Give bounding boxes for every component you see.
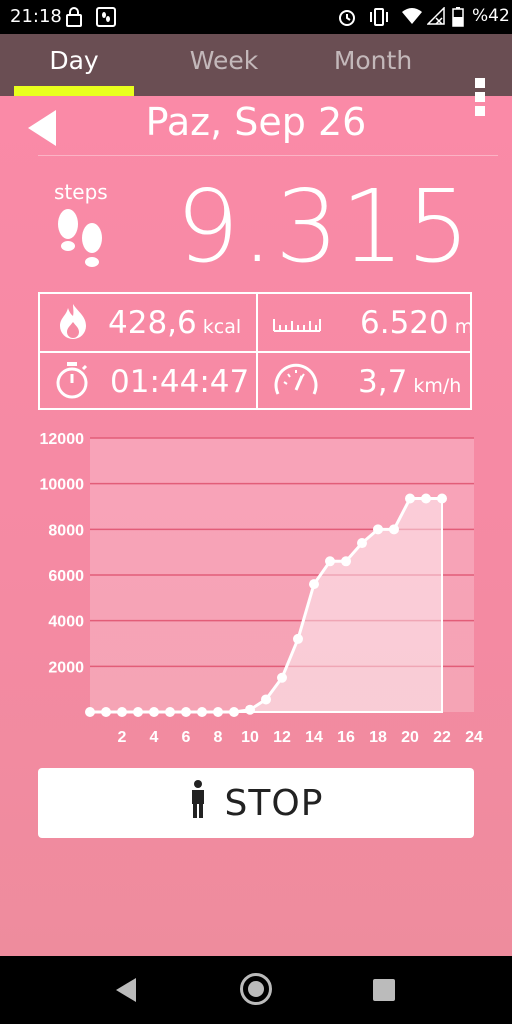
divider [38, 155, 498, 156]
ruler-icon [272, 309, 322, 337]
x-tick-label: 10 [241, 729, 259, 746]
data-point [341, 556, 351, 567]
stopwatch-icon [52, 360, 92, 404]
x-tick-label: 20 [401, 729, 419, 746]
x-tick-label: 6 [182, 729, 191, 746]
tab-month[interactable]: Month [313, 34, 433, 96]
duration-value: 01:44:47 [110, 363, 250, 400]
tab-week[interactable]: Week [164, 34, 284, 96]
x-tick-label: 14 [305, 729, 323, 746]
status-bar: 21:18 %42 [0, 0, 512, 34]
y-tick-label: 2000 [48, 659, 84, 676]
speed-value: 3,7 [358, 363, 408, 400]
data-point [373, 524, 383, 535]
active-tab-indicator [14, 86, 134, 96]
steps-chart: 200040006000800010000120002 4 6 8 10 12 14 16 18… [40, 431, 484, 746]
y-tick-label: 6000 [48, 568, 84, 585]
x-tick-label: 4 [150, 729, 159, 746]
battery-percent: %42 [472, 6, 510, 26]
y-tick-label: 10000 [40, 477, 85, 494]
no-signal-icon [426, 6, 445, 30]
step-counter-icon [96, 7, 116, 32]
data-point [181, 707, 191, 717]
stop-button-label: STOP [224, 782, 324, 824]
data-point [85, 707, 95, 717]
data-point [229, 707, 239, 717]
data-point [309, 579, 319, 590]
speed-unit: km/h [413, 374, 462, 397]
data-point [117, 707, 127, 717]
data-point [325, 556, 335, 567]
steps-count: 9.315 [175, 168, 472, 285]
duration-stat: 01:44:47 [52, 353, 249, 410]
date-title: Paz, Sep 26 [145, 100, 367, 144]
data-point [133, 707, 143, 717]
speedometer-icon [272, 360, 320, 404]
nav-recents-icon[interactable] [373, 979, 395, 1001]
x-tick-label: 2 [118, 729, 127, 746]
steps-label: steps [54, 180, 108, 204]
person-icon [189, 779, 207, 827]
x-tick-label: 22 [433, 729, 451, 746]
footprints-icon [52, 208, 108, 278]
calories-unit: kcal [202, 315, 242, 338]
data-point [101, 707, 111, 717]
data-point [405, 493, 415, 504]
nav-back-icon[interactable] [116, 978, 136, 1002]
x-tick-label: 24 [465, 729, 483, 746]
y-tick-label: 12000 [40, 431, 85, 448]
x-tick-label: 18 [369, 729, 387, 746]
data-point [389, 524, 399, 535]
data-point [245, 704, 255, 715]
data-point [197, 707, 207, 717]
data-point [421, 493, 431, 504]
distance-stat: 6.520 m [272, 294, 473, 351]
y-tick-label: 8000 [48, 522, 84, 539]
lock-icon [66, 7, 82, 32]
distance-unit: m [454, 315, 474, 338]
data-point [213, 707, 223, 717]
status-time: 21:18 [10, 6, 62, 27]
data-point [165, 707, 175, 717]
vibrate-icon [368, 7, 390, 32]
battery-icon [452, 7, 464, 32]
nav-home-icon[interactable] [240, 973, 272, 1005]
x-tick-label: 8 [214, 729, 223, 746]
y-tick-label: 4000 [48, 614, 84, 631]
data-point [261, 694, 271, 705]
data-point [357, 538, 367, 549]
flame-icon [56, 302, 90, 344]
wifi-icon [401, 7, 423, 30]
stop-button[interactable]: STOP [38, 768, 474, 838]
speed-stat: 3,7 km/h [272, 353, 461, 410]
calories-stat: 428,6 kcal [56, 294, 241, 351]
data-point [277, 672, 287, 683]
stats-grid: 428,6 kcal 6.520 m 01:44:47 3,7 km/h [38, 292, 473, 410]
data-point [437, 493, 447, 504]
distance-value: 6.520 [360, 304, 449, 341]
x-tick-label: 12 [273, 729, 291, 746]
alarm-icon [337, 7, 357, 32]
x-tick-label: 16 [337, 729, 355, 746]
data-point [149, 707, 159, 717]
calories-value: 428,6 [108, 304, 197, 341]
data-point [293, 633, 303, 644]
